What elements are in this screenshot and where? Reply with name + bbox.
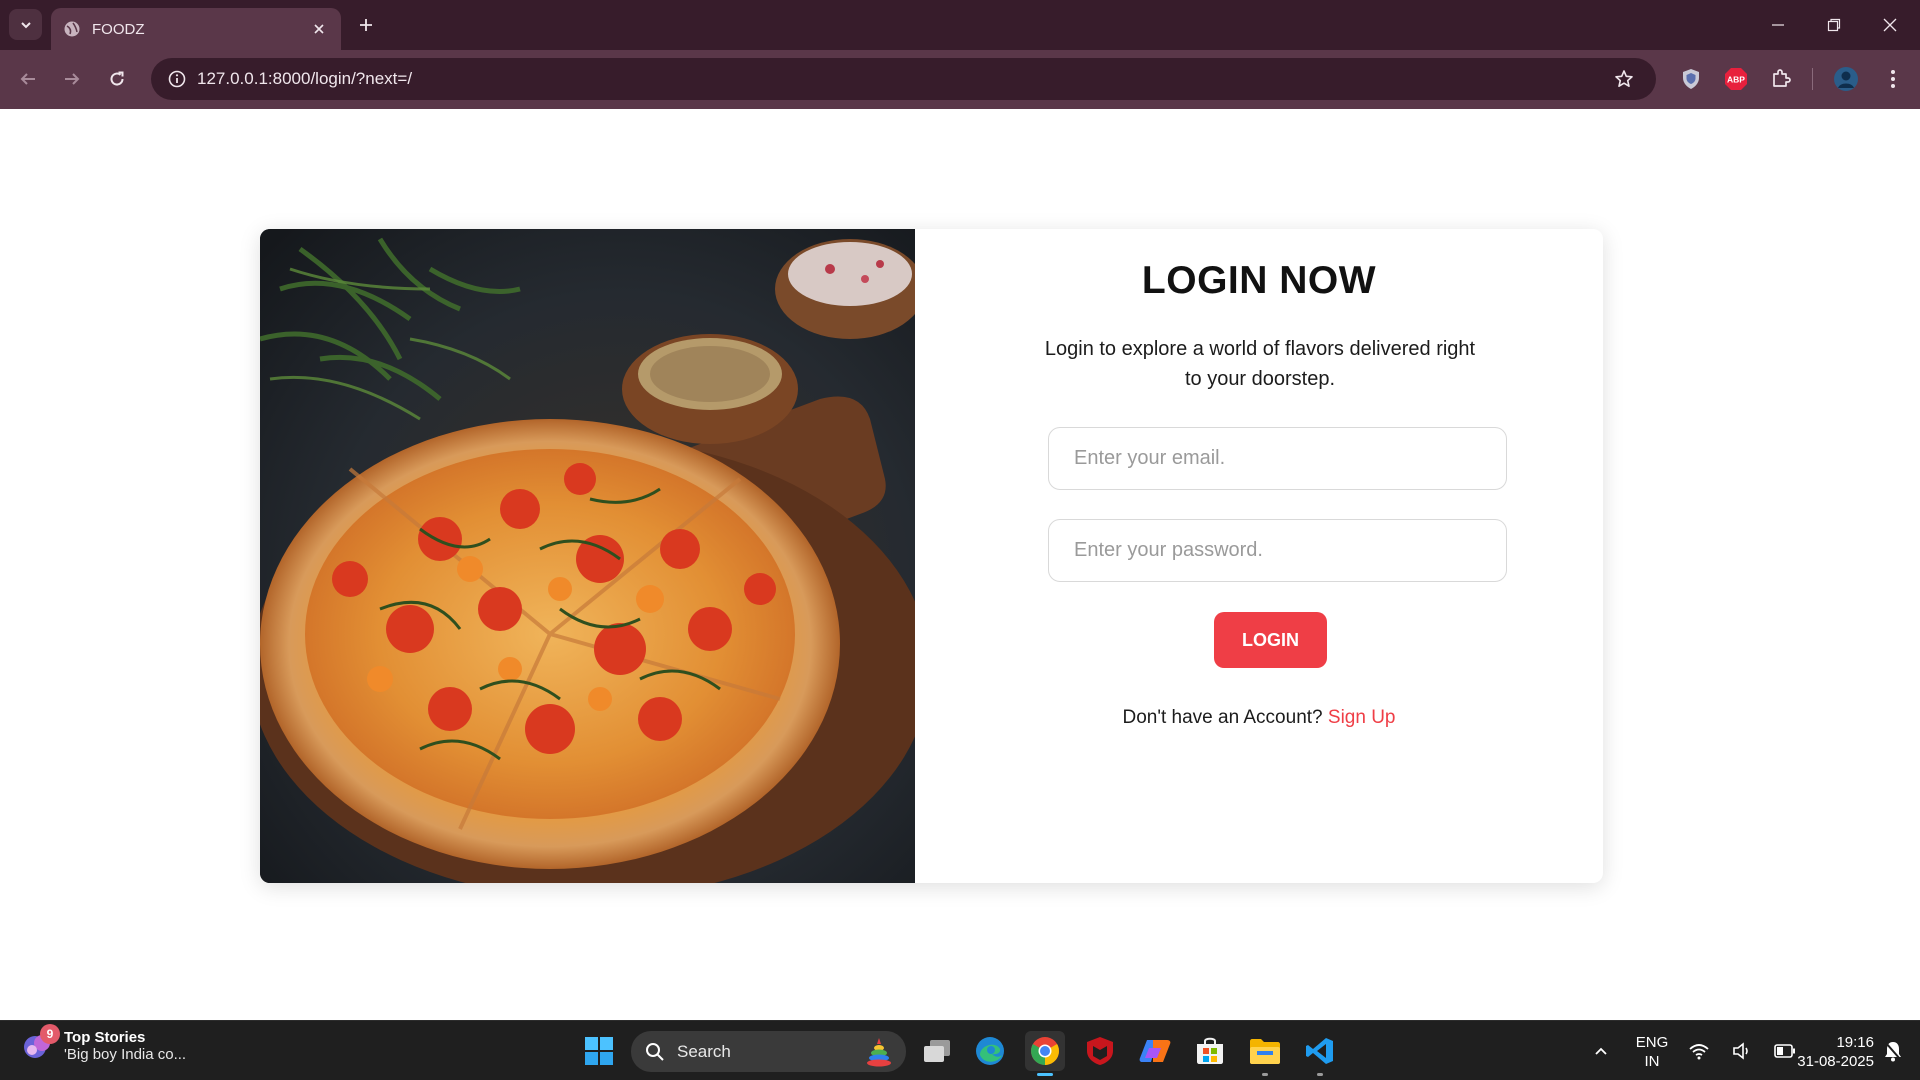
input-language[interactable]: ENG IN xyxy=(1628,1033,1676,1071)
browser-menu-button[interactable] xyxy=(1877,63,1909,95)
signup-prompt: Don't have an Account? Sign Up xyxy=(915,707,1603,729)
volume-icon xyxy=(1733,1042,1748,1060)
windows-start-icon xyxy=(585,1037,613,1065)
svg-text:ABP: ABP xyxy=(1727,75,1745,85)
taskbar-search[interactable]: Search xyxy=(631,1031,906,1072)
copilot-app[interactable] xyxy=(1135,1031,1175,1071)
login-card: LOGIN NOW Login to explore a world of fl… xyxy=(260,229,1603,883)
open-indicator xyxy=(1317,1073,1323,1076)
search-highlight-icon xyxy=(867,1037,891,1066)
news-headline: 'Big boy India co... xyxy=(64,1046,187,1063)
browser-tab-active[interactable]: FOODZ xyxy=(51,8,341,50)
url-text[interactable]: 127.0.0.1:8000/login/?next=/ xyxy=(197,69,1604,89)
chrome-icon xyxy=(1031,1037,1059,1065)
pizza-illustration xyxy=(260,229,915,883)
windows-taskbar: 9 Top Stories 'Big boy India co... Searc… xyxy=(0,1020,1920,1080)
task-view-icon xyxy=(924,1040,950,1062)
clock[interactable]: 19:16 31-08-2025 xyxy=(1780,1033,1874,1071)
news-widget-icon: 9 xyxy=(22,1024,60,1062)
active-indicator xyxy=(1037,1073,1053,1076)
minimize-icon xyxy=(1772,24,1784,26)
vscode-icon xyxy=(1306,1038,1333,1064)
plus-icon xyxy=(360,19,372,31)
page-viewport: LOGIN NOW Login to explore a world of fl… xyxy=(0,109,1920,1020)
search-icon xyxy=(646,1042,664,1061)
language-code: ENG xyxy=(1635,1034,1669,1051)
kebab-menu-icon xyxy=(1891,70,1895,88)
news-title: Top Stories xyxy=(64,1029,146,1046)
news-widget[interactable]: 9 Top Stories 'Big boy India co... xyxy=(22,1024,186,1063)
back-button[interactable] xyxy=(12,63,44,95)
task-view-button[interactable] xyxy=(917,1031,957,1071)
email-field[interactable] xyxy=(1048,427,1507,490)
login-subtext: Login to explore a world of flavors deli… xyxy=(1044,338,1476,390)
edge-app[interactable] xyxy=(970,1031,1010,1071)
page-title: LOGIN NOW xyxy=(1141,259,1377,302)
browser-toolbar: 127.0.0.1:8000/login/?next=/ ABP xyxy=(0,50,1920,109)
password-field[interactable] xyxy=(1048,519,1507,582)
file-explorer-app[interactable] xyxy=(1245,1031,1285,1076)
microsoft-store-app[interactable] xyxy=(1190,1031,1230,1071)
open-indicator xyxy=(1262,1073,1268,1076)
copilot-icon xyxy=(1139,1040,1171,1062)
clock-time: 19:16 xyxy=(1836,1034,1874,1051)
arrow-left-icon xyxy=(20,73,35,85)
tab-search-button[interactable] xyxy=(9,9,42,40)
folder-icon xyxy=(1250,1039,1280,1064)
site-info-icon[interactable] xyxy=(157,58,197,100)
reload-button[interactable] xyxy=(101,63,133,95)
chrome-app[interactable] xyxy=(1025,1031,1065,1076)
address-bar[interactable]: 127.0.0.1:8000/login/?next=/ xyxy=(151,58,1656,100)
pizza-photo xyxy=(260,229,915,883)
tab-close-icon[interactable] xyxy=(309,19,329,39)
chevron-down-icon xyxy=(20,21,31,28)
minimize-button[interactable] xyxy=(1750,0,1806,50)
login-form-panel: LOGIN NOW Login to explore a world of fl… xyxy=(915,229,1603,883)
new-tab-button[interactable] xyxy=(354,13,378,37)
news-badge: 9 xyxy=(40,1024,60,1044)
toolbar-divider xyxy=(1812,68,1813,90)
wifi-icon xyxy=(1689,1044,1709,1060)
show-hidden-icons-button[interactable] xyxy=(1581,1031,1621,1071)
store-icon xyxy=(1197,1037,1223,1064)
mcafee-shield-icon xyxy=(1087,1037,1113,1065)
reload-icon xyxy=(110,71,124,86)
region-code: IN xyxy=(1644,1053,1660,1070)
edge-icon xyxy=(976,1037,1004,1065)
close-window-button[interactable] xyxy=(1862,0,1918,50)
forward-button[interactable] xyxy=(56,63,88,95)
chevron-up-icon xyxy=(1595,1047,1607,1055)
no-account-text: Don't have an Account? xyxy=(1122,707,1323,728)
notification-bell-icon xyxy=(1885,1042,1901,1062)
login-button[interactable]: LOGIN xyxy=(1214,612,1327,668)
shield-extension-icon[interactable] xyxy=(1675,63,1707,95)
bookmark-star-icon[interactable] xyxy=(1604,58,1644,100)
adblock-plus-icon[interactable]: ABP xyxy=(1720,63,1752,95)
browser-tabstrip: FOODZ xyxy=(0,0,1920,50)
mcafee-app[interactable] xyxy=(1080,1031,1120,1071)
arrow-right-icon xyxy=(65,73,80,85)
extensions-puzzle-icon[interactable] xyxy=(1765,63,1797,95)
tab-title: FOODZ xyxy=(92,20,145,38)
restore-button[interactable] xyxy=(1806,0,1862,50)
start-button[interactable] xyxy=(579,1031,619,1071)
clock-date: 31-08-2025 xyxy=(1797,1053,1874,1070)
vscode-app[interactable] xyxy=(1300,1031,1340,1076)
notifications-button[interactable] xyxy=(1875,1031,1911,1071)
globe-icon xyxy=(64,21,80,37)
close-icon xyxy=(1883,18,1897,32)
news-text: Top Stories 'Big boy India co... xyxy=(64,1029,186,1063)
restore-icon xyxy=(1827,18,1841,32)
signup-link[interactable]: Sign Up xyxy=(1328,707,1396,728)
taskbar-search-label: Search xyxy=(677,1041,731,1061)
profile-avatar[interactable] xyxy=(1830,63,1862,95)
